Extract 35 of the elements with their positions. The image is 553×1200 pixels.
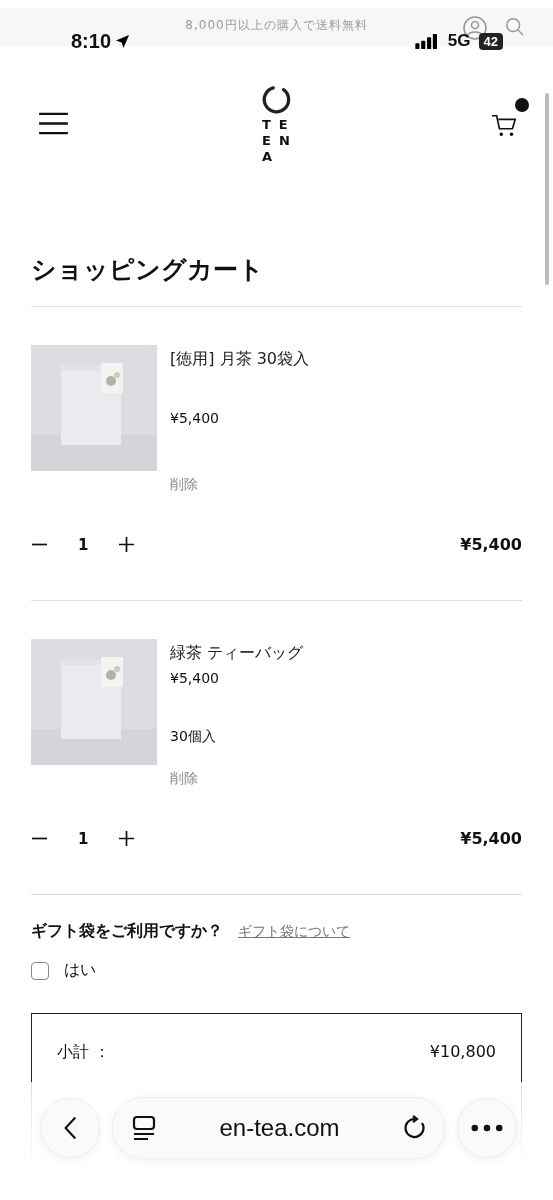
menu-icon[interactable]: [38, 111, 69, 135]
remove-link[interactable]: 削除: [170, 476, 198, 494]
search-icon[interactable]: [504, 16, 526, 38]
page-title: ショッピングカート: [31, 254, 265, 286]
logo-text: TE EN A: [262, 117, 298, 165]
tabs-icon[interactable]: [131, 1115, 157, 1141]
address-bar[interactable]: en-tea.com: [112, 1097, 445, 1159]
more-icon: [471, 1124, 503, 1132]
gift-question: ギフト袋をご利用ですか？: [31, 921, 223, 942]
product-name[interactable]: [徳用] 月茶 30袋入: [170, 349, 309, 370]
reload-icon[interactable]: [402, 1115, 428, 1141]
product-price: ¥5,400: [170, 670, 219, 686]
summary-value: ¥10,800: [429, 1042, 496, 1063]
cart-icon[interactable]: [491, 112, 519, 138]
summary-label: 小計 ：: [57, 1042, 111, 1063]
product-price: ¥5,400: [170, 410, 219, 426]
product-name[interactable]: 緑茶 ティーバッグ: [170, 643, 304, 664]
line-total: ¥5,400: [460, 535, 522, 554]
checkbox-label: はい: [64, 960, 96, 981]
signal-icon: [413, 33, 440, 49]
checkbox[interactable]: [31, 961, 49, 980]
remove-link[interactable]: 削除: [170, 770, 198, 788]
location-arrow-icon: [115, 33, 131, 49]
announcement-text: 8,000円以上の購入で送料無料: [185, 17, 368, 34]
network-label: 5G: [447, 31, 471, 51]
line-total: ¥5,400: [460, 829, 522, 848]
quantity-value: 1: [78, 535, 89, 554]
plus-icon[interactable]: [118, 536, 136, 553]
gift-info-link[interactable]: ギフト袋について: [238, 923, 350, 941]
product-variant: 30個入: [170, 728, 216, 746]
plus-icon[interactable]: [118, 830, 136, 847]
status-time: 8:10: [71, 29, 112, 53]
back-icon: [63, 1115, 77, 1141]
url-text: en-tea.com: [219, 1114, 340, 1142]
quantity-value: 1: [78, 829, 89, 848]
